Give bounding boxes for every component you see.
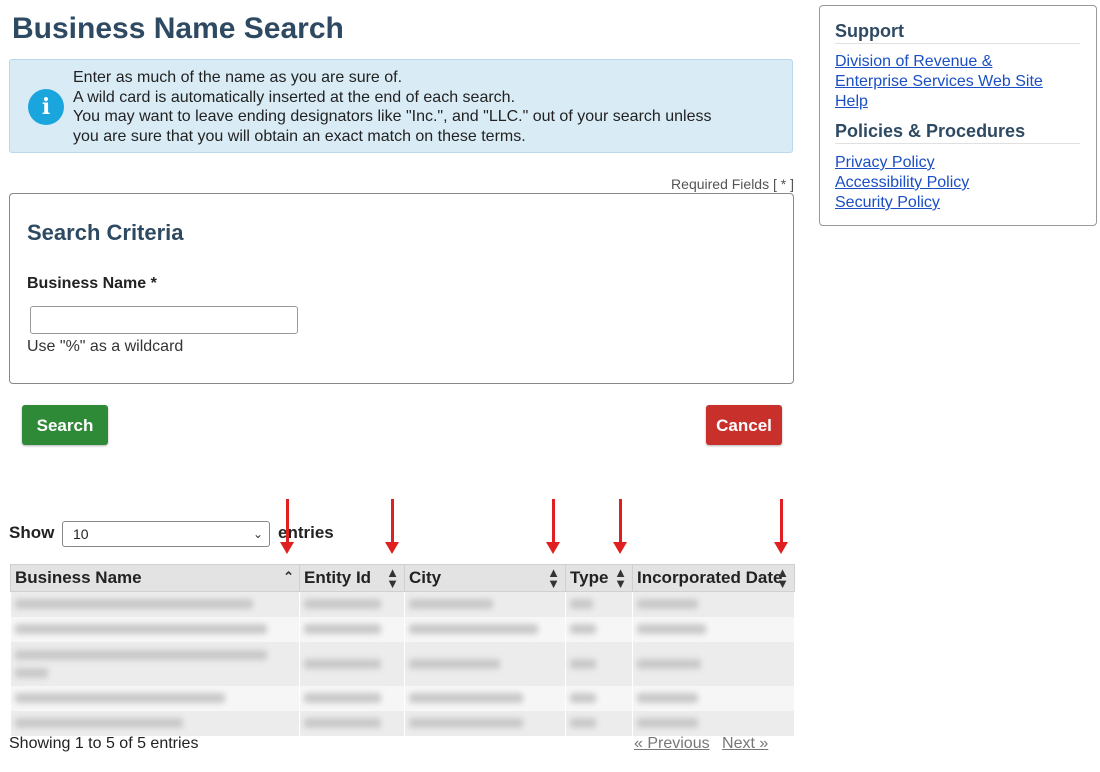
annotation-arrow bbox=[385, 499, 399, 554]
cancel-button[interactable]: Cancel bbox=[706, 405, 782, 445]
column-header-incorporated-date[interactable]: Incorporated Date ▲ ▼ bbox=[632, 564, 795, 592]
divider bbox=[835, 143, 1080, 144]
business-name-input[interactable] bbox=[30, 306, 298, 334]
table-row[interactable] bbox=[10, 685, 795, 711]
info-line: you are sure that you will obtain an exa… bbox=[73, 127, 526, 145]
sort-asc-icon: ⌃ bbox=[283, 569, 294, 584]
enterprise-services-link[interactable]: Enterprise Services Web Site bbox=[835, 72, 1043, 92]
page-title: Business Name Search bbox=[12, 12, 344, 45]
redacted-text bbox=[304, 693, 381, 703]
redacted-text bbox=[304, 658, 381, 669]
search-criteria-panel: Search Criteria Business Name * Use "%" … bbox=[9, 193, 794, 384]
redacted-text bbox=[637, 693, 699, 703]
show-label: Show bbox=[9, 523, 55, 542]
annotation-arrow bbox=[774, 499, 788, 554]
table-info: Showing 1 to 5 of 5 entries bbox=[9, 735, 199, 752]
sort-icon: ▲ ▼ bbox=[547, 565, 560, 591]
divider bbox=[835, 43, 1080, 44]
page-size-value: 10 bbox=[73, 526, 89, 542]
annotation-arrow bbox=[280, 499, 294, 554]
info-line: You may want to leave ending designators… bbox=[73, 108, 712, 125]
search-button[interactable]: Search bbox=[22, 405, 108, 445]
table-row[interactable] bbox=[10, 591, 795, 617]
redacted-text bbox=[304, 624, 381, 634]
help-link[interactable]: Help bbox=[835, 92, 868, 112]
sort-icon: ▲ ▼ bbox=[776, 565, 789, 591]
redacted-text bbox=[570, 718, 597, 728]
redacted-text bbox=[570, 599, 594, 610]
privacy-policy-link[interactable]: Privacy Policy bbox=[835, 153, 935, 173]
column-header-city[interactable]: City ▲ ▼ bbox=[404, 564, 566, 592]
redacted-text bbox=[637, 599, 699, 610]
business-name-label: Business Name * bbox=[27, 275, 157, 292]
previous-page-link[interactable]: « Previous bbox=[634, 735, 710, 752]
annotation-arrow bbox=[546, 499, 560, 554]
table-row[interactable] bbox=[10, 710, 795, 736]
redacted-text bbox=[637, 718, 699, 728]
redacted-text bbox=[304, 718, 381, 728]
annotation-arrow bbox=[613, 499, 627, 554]
next-page-link[interactable]: Next » bbox=[722, 735, 768, 752]
security-policy-link[interactable]: Security Policy bbox=[835, 193, 940, 213]
redacted-text bbox=[14, 667, 49, 678]
info-icon: i bbox=[28, 89, 64, 125]
redacted-text bbox=[14, 649, 267, 660]
redacted-text bbox=[409, 599, 493, 610]
info-text: Enter as much of the name as you are sur… bbox=[73, 68, 712, 146]
redacted-text bbox=[14, 693, 225, 703]
info-line: A wild card is automatically inserted at… bbox=[73, 88, 516, 106]
redacted-text bbox=[14, 718, 183, 728]
search-criteria-heading: Search Criteria bbox=[27, 220, 184, 245]
redacted-text bbox=[409, 624, 539, 634]
redacted-text bbox=[409, 693, 523, 703]
pagination: « Previous Next » bbox=[634, 735, 776, 753]
support-panel: Support Division of Revenue & Enterprise… bbox=[819, 5, 1097, 226]
redacted-text bbox=[637, 624, 706, 634]
redacted-text bbox=[304, 599, 381, 610]
accessibility-policy-link[interactable]: Accessibility Policy bbox=[835, 173, 969, 193]
sort-icon: ▲ ▼ bbox=[614, 565, 627, 591]
results-table: Business Name ⌃ Entity Id ▲ ▼ City ▲ ▼ Type ▲ ▼… bbox=[10, 564, 795, 736]
redacted-text bbox=[570, 658, 597, 669]
table-row[interactable] bbox=[10, 616, 795, 642]
policies-heading: Policies & Procedures bbox=[835, 121, 1026, 141]
redacted-text bbox=[409, 718, 523, 728]
table-row[interactable] bbox=[10, 641, 795, 686]
sort-icon: ▲ ▼ bbox=[386, 565, 399, 591]
column-header-business-name[interactable]: Business Name ⌃ bbox=[10, 564, 300, 592]
support-heading: Support bbox=[835, 21, 904, 41]
chevron-down-icon: ⌄ bbox=[252, 527, 263, 541]
redacted-text bbox=[14, 624, 267, 634]
column-header-entity-id[interactable]: Entity Id ▲ ▼ bbox=[299, 564, 405, 592]
column-header-type[interactable]: Type ▲ ▼ bbox=[565, 564, 633, 592]
division-of-revenue-link[interactable]: Division of Revenue & bbox=[835, 52, 992, 72]
redacted-text bbox=[570, 693, 597, 703]
redacted-text bbox=[637, 658, 702, 669]
table-header-row: Business Name ⌃ Entity Id ▲ ▼ City ▲ ▼ Type ▲ ▼… bbox=[10, 564, 795, 592]
redacted-text bbox=[570, 624, 597, 634]
redacted-text bbox=[14, 599, 253, 610]
info-line: Enter as much of the name as you are sur… bbox=[73, 69, 403, 86]
page-size-select[interactable]: 10 ⌄ bbox=[62, 521, 270, 547]
info-box: i Enter as much of the name as you are s… bbox=[9, 59, 793, 153]
redacted-text bbox=[409, 658, 501, 669]
required-fields-note: Required Fields [ * ] bbox=[671, 176, 794, 192]
wildcard-hint: Use "%" as a wildcard bbox=[27, 338, 184, 355]
